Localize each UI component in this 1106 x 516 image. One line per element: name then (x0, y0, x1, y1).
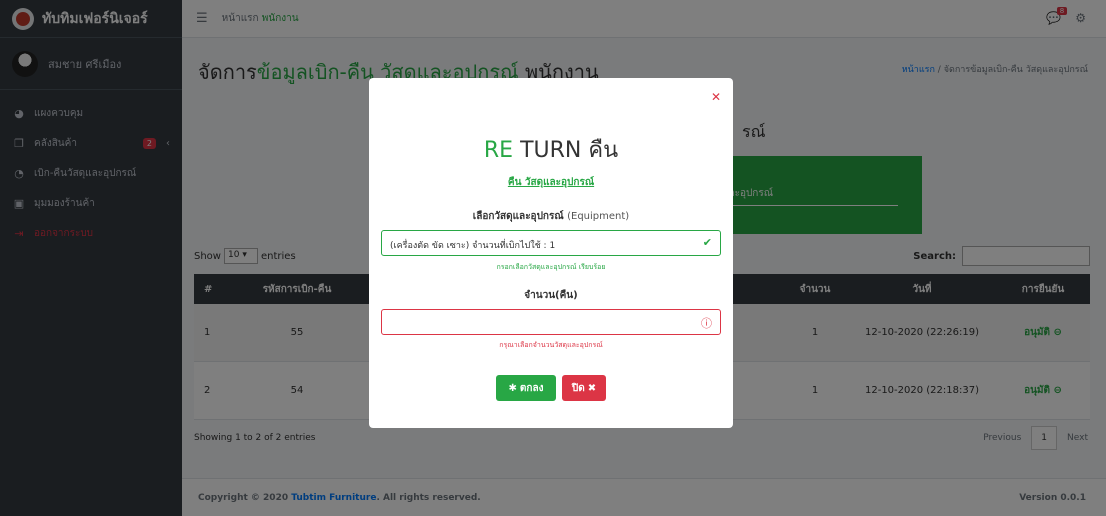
check-icon: ✔ (702, 236, 712, 249)
return-modal: ✕ RE TURN คืน คืน วัสดุและอุปกรณ์ เลือกว… (369, 78, 733, 428)
modal-subtitle: คืน วัสดุและอุปกรณ์ (507, 177, 595, 188)
quantity-input[interactable]: ⓘ (381, 309, 721, 335)
gear-icon: ✱ (508, 382, 517, 394)
modal-title-rest: TURN คืน (513, 138, 619, 163)
modal-title-accent: RE (483, 138, 514, 163)
times-icon: ✖ (587, 382, 597, 394)
equipment-label: เลือกวัสดุและอุปกรณ์ (Equipment) (369, 209, 733, 224)
equipment-select[interactable]: (เครื่องตัด ขัด เซาะ) จำนวนที่เบิกไปใช้ … (381, 230, 721, 256)
modal-title: RE TURN คืน (369, 132, 733, 167)
quantity-label: จำนวน(คืน) (524, 290, 578, 301)
close-icon[interactable]: ✕ (711, 90, 721, 104)
ok-button[interactable]: ✱ ตกลง (496, 375, 556, 401)
equipment-label-en: (Equipment) (567, 211, 630, 222)
equipment-label-text: เลือกวัสดุและอุปกรณ์ (472, 211, 564, 222)
warning-circle-icon: ⓘ (701, 317, 712, 330)
close-button-label: ปิด (571, 382, 585, 394)
equipment-feedback: กรอกเลือกวัสดุและอุปกรณ์ เรียบร้อย (496, 263, 606, 271)
ok-button-label: ตกลง (519, 382, 544, 394)
close-button[interactable]: ปิด ✖ (562, 375, 606, 401)
equipment-select-value: (เครื่องตัด ขัด เซาะ) จำนวนที่เบิกไปใช้ … (390, 241, 556, 251)
quantity-feedback: กรุณาเลือกจำนวนวัสดุและอุปกรณ์ (499, 341, 603, 349)
